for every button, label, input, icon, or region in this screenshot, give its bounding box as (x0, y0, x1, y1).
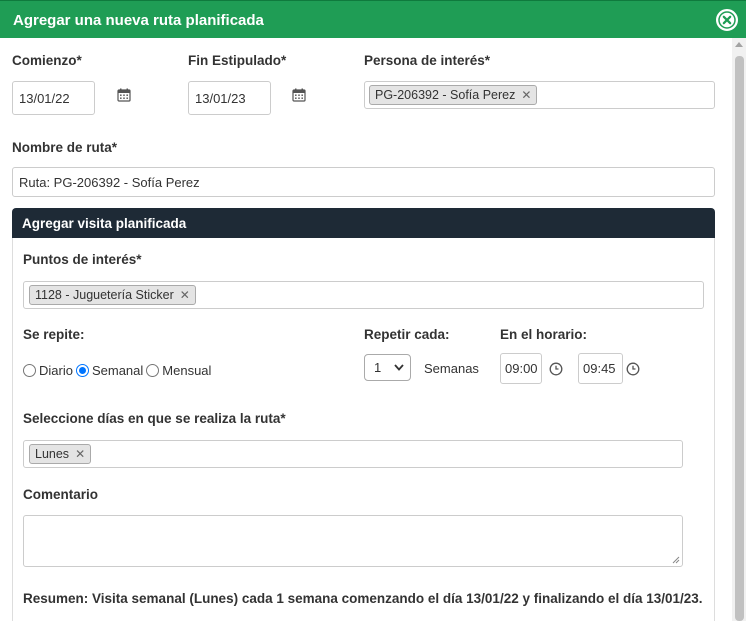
close-button[interactable] (716, 9, 738, 31)
start-date-input[interactable]: 13/01/22 (12, 81, 95, 115)
visit-panel-title: Agregar visita planificada (22, 216, 187, 231)
clock-icon[interactable] (626, 362, 640, 376)
start-date-label: Comienzo* (12, 53, 82, 68)
time-to-input[interactable]: 09:45 (578, 353, 623, 384)
point-tag: 1128 - Juguetería Sticker ✕ (29, 285, 196, 305)
repeat-every-select[interactable]: 1 (364, 354, 411, 381)
comment-label: Comentario (23, 487, 99, 502)
repeat-radio-group: Diario Semanal Mensual (23, 363, 214, 378)
summary-text: Resumen: Visita semanal (Lunes) cada 1 s… (23, 591, 703, 606)
time-from-input[interactable]: 09:00 (500, 353, 542, 384)
visit-panel-header: Agregar visita planificada (12, 208, 715, 238)
radio-monthly-label: Mensual (162, 363, 212, 378)
radio-daily[interactable] (23, 364, 36, 377)
days-label: Seleccione días en que se realiza la rut… (23, 411, 286, 426)
remove-tag-icon[interactable]: ✕ (521, 88, 531, 102)
person-multiselect[interactable]: PG-206392 - Sofía Perez ✕ (364, 81, 715, 109)
person-label: Persona de interés* (364, 53, 491, 68)
day-tag: Lunes ✕ (29, 444, 92, 464)
clock-icon[interactable] (549, 362, 563, 376)
repeat-every-value: 1 (374, 360, 382, 375)
point-tag-label: 1128 - Juguetería Sticker (35, 288, 174, 302)
repeat-every-label: Repetir cada: (364, 327, 450, 342)
comment-textarea[interactable] (23, 515, 683, 567)
remove-tag-icon[interactable]: ✕ (75, 447, 85, 461)
route-name-label: Nombre de ruta* (12, 140, 118, 155)
day-tag-label: Lunes (35, 447, 70, 461)
repeat-label: Se repite: (23, 327, 85, 342)
radio-daily-label: Diario (39, 363, 73, 378)
time-to-value: 09:45 (583, 361, 616, 376)
end-date-label: Fin Estipulado* (188, 53, 287, 68)
modal-header: Agregar una nueva ruta planificada (0, 0, 746, 38)
end-date-input[interactable]: 13/01/23 (188, 81, 271, 115)
route-name-input[interactable]: Ruta: PG-206392 - Sofía Perez (12, 167, 715, 197)
calendar-icon[interactable] (117, 88, 131, 102)
points-label: Puntos de interés* (23, 252, 142, 267)
radio-weekly[interactable] (75, 364, 89, 377)
end-date-value: 13/01/23 (195, 90, 246, 106)
vertical-scrollbar[interactable] (732, 38, 746, 621)
resize-grip-icon[interactable] (672, 556, 680, 564)
close-circle-icon (718, 11, 736, 29)
scroll-thumb[interactable] (735, 56, 744, 621)
scroll-up-arrow-icon[interactable] (735, 42, 743, 47)
radio-monthly[interactable] (146, 364, 160, 377)
chevron-down-icon (394, 364, 404, 371)
person-tag: PG-206392 - Sofía Perez ✕ (369, 85, 538, 105)
calendar-icon[interactable] (292, 88, 306, 102)
modal-title: Agregar una nueva ruta planificada (13, 12, 264, 29)
remove-tag-icon[interactable]: ✕ (180, 288, 190, 302)
radio-weekly-label: Semanal (91, 363, 144, 378)
person-tag-label: PG-206392 - Sofía Perez (375, 88, 516, 102)
points-multiselect[interactable]: 1128 - Juguetería Sticker ✕ (23, 281, 704, 309)
days-multiselect[interactable]: Lunes ✕ (23, 440, 683, 468)
time-from-value: 09:00 (505, 361, 538, 376)
schedule-label: En el horario: (500, 327, 588, 342)
route-name-value: Ruta: PG-206392 - Sofía Perez (19, 174, 200, 190)
start-date-value: 13/01/22 (19, 90, 70, 106)
repeat-unit: Semanas (424, 361, 479, 376)
